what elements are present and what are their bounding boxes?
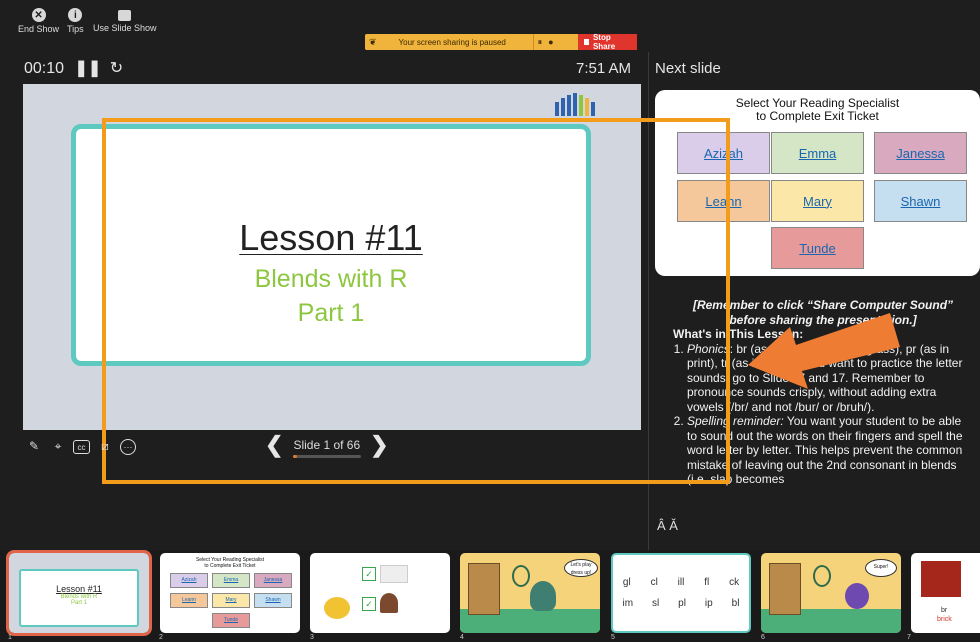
- timer-text: 00:10: [24, 60, 65, 77]
- student-icon: [380, 593, 398, 613]
- tile-mary: Mary: [771, 180, 864, 222]
- tips-label: Tips: [67, 24, 84, 34]
- thumbnail-slide-7[interactable]: br brick: [911, 553, 980, 633]
- thumbnail-slide-4[interactable]: Let's play dress up!: [460, 553, 600, 633]
- font-size-controls[interactable]: Â Ǎ: [657, 518, 678, 533]
- pen-icon[interactable]: ✎: [25, 437, 43, 455]
- thumbnail-slide-1[interactable]: Lesson #11 Blends with R Part 1: [6, 550, 152, 636]
- brick-icon: [921, 561, 961, 597]
- stop-icon: [583, 39, 589, 45]
- slide-progress-bar: [293, 455, 361, 458]
- thumb-4-bubble: Let's play dress up!: [564, 559, 598, 577]
- slide-counter: Slide 1 of 66: [293, 438, 361, 452]
- thumb-num-4: 4: [460, 634, 464, 641]
- pause-share-icon[interactable]: ⏸: [538, 37, 543, 48]
- thumb-num-3: 3: [310, 634, 314, 641]
- pointer-icon[interactable]: ⌖: [49, 437, 67, 455]
- highlight-rectangle: [102, 118, 730, 484]
- thumb-1-title: Lesson #11: [56, 584, 102, 594]
- info-icon: i: [68, 8, 83, 22]
- previous-slide-icon[interactable]: ❮: [265, 434, 283, 456]
- thumb-2-title2: to Complete Exit Ticket: [204, 563, 256, 569]
- character-icon: [530, 581, 556, 611]
- thumb-7-word2: brick: [937, 616, 952, 623]
- wardrobe-icon: [468, 563, 500, 615]
- thumbnail-slide-6[interactable]: Super!: [761, 553, 901, 633]
- thumb-6-bubble: Super!: [865, 559, 897, 577]
- close-icon: ✕: [31, 8, 46, 22]
- next-slide-label: Next slide: [655, 60, 721, 77]
- thumb-num-1: 1: [8, 634, 12, 641]
- thumb-7-word1: br: [941, 607, 948, 614]
- thumbnail-slide-2[interactable]: Select Your Reading Specialist to Comple…: [160, 553, 300, 633]
- thumbnail-slide-5[interactable]: gl cl ill fl ck im sl pl ip bl: [611, 553, 751, 633]
- thumb-1-sub2: Part 1: [70, 600, 87, 606]
- tile-emma: Emma: [771, 132, 864, 174]
- slide-thumbnails: Lesson #11 Blends with R Part 1 1 Select…: [0, 550, 980, 642]
- screen-share-bar: ❦ Your screen sharing is paused ⏸ ● Stop…: [365, 33, 638, 51]
- checkbox-icon: ✓: [362, 597, 376, 611]
- tile-janessa: Janessa: [874, 132, 967, 174]
- stop-share-label: Stop Share: [592, 33, 616, 51]
- annotation-arrow-icon: [748, 313, 900, 389]
- next-slide-icon[interactable]: ❯: [370, 434, 388, 456]
- mirror-icon: [813, 565, 831, 587]
- books-logo-icon: [555, 93, 595, 116]
- presenter-tools: ✎ ⌖ cc ⧄ ···: [25, 437, 136, 455]
- stop-share-button[interactable]: Stop Share: [577, 33, 638, 51]
- thumbnail-slide-3[interactable]: ✓ ✓: [310, 553, 450, 633]
- use-slide-show-button[interactable]: Use Slide Show: [93, 8, 157, 33]
- mascot-icon: [324, 597, 350, 619]
- share-leaf-icon: ❦: [369, 36, 377, 47]
- elapsed-timer: 00:10 ❚❚ ↻: [24, 58, 123, 78]
- character-icon: [845, 583, 869, 609]
- camera-off-icon[interactable]: ⧄: [96, 437, 114, 455]
- tile-shawn: Shawn: [874, 180, 967, 222]
- slide-progress-fill: [293, 455, 298, 458]
- mirror-icon: [512, 565, 530, 587]
- checkbox-icon: ✓: [362, 567, 376, 581]
- slideshow-icon: [118, 10, 132, 21]
- share-status-text: Your screen sharing is paused: [398, 37, 506, 47]
- end-show-button[interactable]: ✕ End Show: [18, 8, 59, 34]
- wardrobe-icon: [769, 563, 801, 615]
- tile-tunde: Tunde: [771, 227, 864, 269]
- use-slide-show-label: Use Slide Show: [93, 23, 157, 33]
- tips-button[interactable]: i Tips: [67, 8, 84, 34]
- thumb-num-5: 5: [611, 634, 615, 641]
- more-options-icon[interactable]: ···: [120, 439, 136, 455]
- end-show-label: End Show: [18, 24, 60, 34]
- thumb-num-6: 6: [761, 634, 765, 641]
- clock: 7:51 AM: [576, 60, 632, 77]
- device-icon: [380, 565, 408, 583]
- slide-navigation: ❮ Slide 1 of 66 ❯: [265, 434, 389, 456]
- shield-icon[interactable]: ●: [548, 37, 553, 47]
- reset-timer-icon[interactable]: ↻: [110, 60, 123, 77]
- captions-icon[interactable]: cc: [73, 440, 90, 454]
- pause-timer-icon[interactable]: ❚❚: [75, 60, 102, 77]
- thumb-num-2: 2: [159, 634, 163, 641]
- thumb-num-7: 7: [907, 634, 911, 641]
